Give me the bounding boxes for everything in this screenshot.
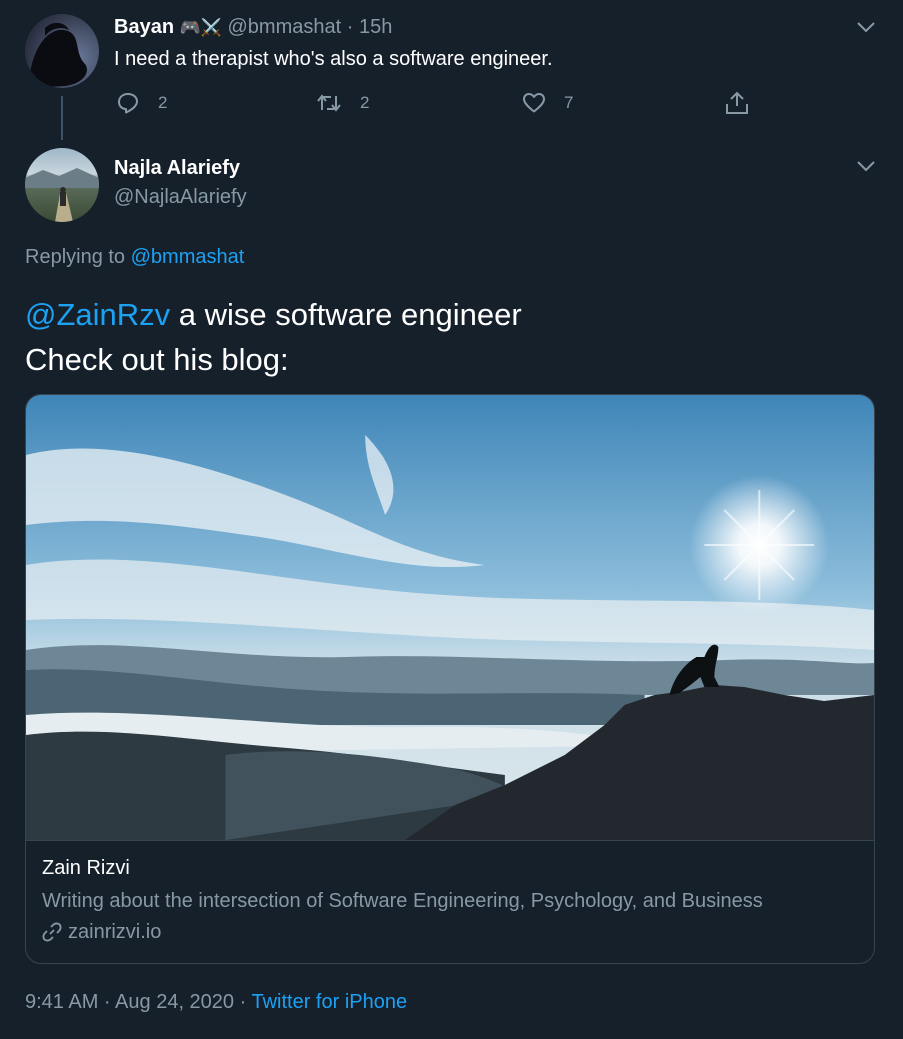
card-image	[26, 395, 874, 840]
retweet-button[interactable]: 2	[316, 91, 369, 115]
tweet2-text-line2: Check out his blog:	[25, 342, 289, 377]
reply-count: 2	[158, 93, 168, 112]
replying-handle[interactable]: @bmmashat	[131, 246, 245, 268]
reply-button[interactable]: 2	[116, 91, 167, 115]
tweet2-timestamp[interactable]: 9:41 AM · Aug 24, 2020 ·	[25, 991, 246, 1013]
tweet1-emoji: 🎮⚔️	[179, 18, 222, 37]
retweet-icon	[316, 91, 342, 115]
tweet1-time[interactable]: · 15h	[347, 16, 393, 38]
link-icon	[42, 922, 62, 942]
tweet2-text-line1: a wise software engineer	[170, 297, 522, 332]
mention-link[interactable]: @ZainRzv	[25, 297, 170, 332]
chevron-down-icon[interactable]	[856, 159, 876, 173]
like-icon	[522, 91, 546, 115]
card-domain-row: zainrizvi.io	[42, 917, 858, 947]
reply-icon	[116, 91, 140, 115]
card-title: Zain Rizvi	[42, 857, 130, 879]
tweet2-source[interactable]: Twitter for iPhone	[251, 991, 407, 1013]
avatar-bayan[interactable]	[25, 14, 99, 88]
tweet2-handle[interactable]: @NajlaAlariefy	[114, 186, 247, 209]
avatar-najla[interactable]	[25, 148, 99, 222]
chevron-down-icon[interactable]	[856, 20, 876, 34]
card-meta: Zain Rizvi Writing about the intersectio…	[26, 840, 874, 961]
card-description: Writing about the intersection of Softwa…	[42, 890, 763, 912]
link-card[interactable]: Zain Rizvi Writing about the intersectio…	[25, 394, 875, 964]
retweet-count: 2	[360, 93, 370, 112]
thread-line	[61, 96, 63, 140]
like-button[interactable]: 7	[522, 91, 573, 115]
tweet1-name[interactable]: Bayan	[114, 16, 174, 38]
card-domain: zainrizvi.io	[68, 921, 162, 943]
replying-to: Replying to @bmmashat	[25, 246, 244, 269]
like-count: 7	[564, 93, 574, 112]
replying-prefix: Replying to	[25, 246, 126, 268]
tweet1-text: I need a therapist who's also a software…	[114, 48, 553, 70]
tweet1-handle[interactable]: @bmmashat	[228, 16, 342, 38]
tweet1-header: Bayan 🎮⚔️ @bmmashat · 15h	[114, 16, 392, 39]
tweet2-name[interactable]: Najla Alariefy	[114, 157, 240, 180]
tweet2-footer: 9:41 AM · Aug 24, 2020 · Twitter for iPh…	[25, 991, 407, 1014]
tweet2-text: @ZainRzv a wise software engineer Check …	[25, 292, 522, 382]
share-icon[interactable]	[724, 90, 750, 116]
